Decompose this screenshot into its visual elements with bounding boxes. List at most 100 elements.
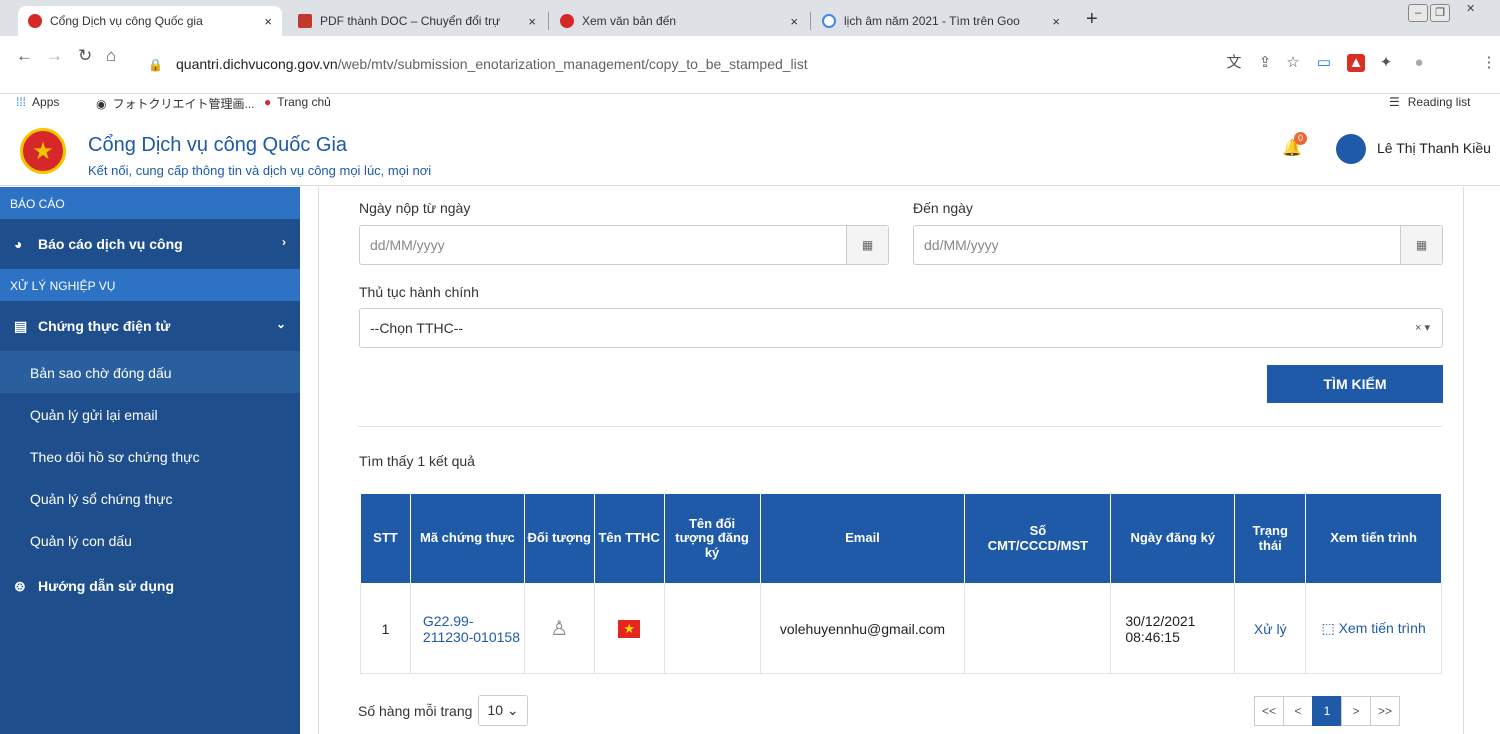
bookmark-label: フォトクリエイト管理画...	[112, 97, 255, 111]
view-progress-label: Xem tiến trình	[1338, 620, 1426, 636]
help-icon: ⊛	[14, 578, 26, 594]
sidebar-item-track-records[interactable]: Theo dõi hồ sơ chứng thực	[0, 435, 300, 477]
profile-icon[interactable]: ●	[1410, 54, 1428, 72]
reload-icon[interactable]: ↻	[78, 46, 92, 66]
user-avatar-icon[interactable]	[1336, 134, 1366, 164]
translate-icon[interactable]: 文	[1225, 54, 1243, 72]
url-field[interactable]: quantri.dichvucong.gov.vn/web/mtv/submis…	[176, 56, 808, 72]
document-icon: ▤	[14, 318, 28, 334]
url-host: quantri.dichvucong.gov.vn	[176, 56, 338, 72]
sidebar-item-e-cert[interactable]: ▤ Chứng thực điện tử ⌄	[0, 301, 300, 351]
calendar-icon[interactable]: ▦	[846, 226, 888, 264]
sidebar-item-pending-stamp[interactable]: Bản sao chờ đóng dấu	[0, 351, 300, 393]
tab-dichvucong[interactable]: Cổng Dịch vụ công Quốc gia ×	[18, 6, 282, 36]
calendar-icon[interactable]: ▦	[1400, 226, 1442, 264]
sidebar-item-label: Chứng thực điện tử	[38, 318, 171, 334]
reading-list-label: Reading list	[1407, 95, 1471, 109]
bookmark-label: Trang chủ	[277, 95, 331, 109]
search-button[interactable]: TÌM KIẾM	[1267, 365, 1443, 403]
prev-page-button[interactable]: <	[1283, 696, 1313, 726]
tab-close-icon[interactable]: ×	[1052, 14, 1060, 29]
reading-list-icon: ☰	[1389, 95, 1400, 109]
col-registrant[interactable]: Tên đối tượng đăng ký	[663, 493, 761, 584]
tab-close-icon[interactable]: ×	[790, 14, 798, 29]
bookmark-apps[interactable]: ⁞⁞⁞ Apps	[16, 95, 59, 109]
bookmark-star-icon[interactable]: ☆	[1284, 54, 1302, 72]
tab-close-icon[interactable]: ×	[264, 14, 272, 29]
col-subject[interactable]: Đối tượng	[523, 493, 595, 584]
next-page-button[interactable]: >	[1341, 696, 1371, 726]
col-procedure[interactable]: Tên TTHC	[593, 493, 665, 584]
tab-close-icon[interactable]: ×	[528, 14, 536, 29]
current-page-button[interactable]: 1	[1312, 696, 1342, 726]
col-status[interactable]: Trạng thái	[1234, 493, 1307, 584]
sidebar-item-report[interactable]: ◕ Báo cáo dịch vụ công ›	[0, 219, 300, 269]
lock-icon: 🔒	[148, 58, 163, 72]
cast-icon[interactable]: ▭	[1315, 54, 1333, 72]
tab-google-search[interactable]: lịch âm năm 2021 - Tìm trên Goo ×	[812, 6, 1070, 36]
to-date-label: Đến ngày	[913, 200, 973, 216]
national-emblem-logo[interactable]	[20, 128, 66, 174]
tab-pdf-to-doc[interactable]: PDF thành DOC – Chuyển đổi trự ×	[288, 6, 546, 36]
col-progress[interactable]: Xem tiến trình	[1305, 493, 1442, 584]
forward-icon[interactable]: →	[46, 46, 63, 66]
site-title[interactable]: Cổng Dịch vụ công Quốc Gia	[88, 134, 347, 157]
vietnam-flag-icon: ★	[618, 619, 641, 638]
tab-xem-van-ban[interactable]: Xem văn bản đến ×	[550, 6, 808, 36]
col-cert-code[interactable]: Mã chứng thực	[409, 493, 525, 584]
results-table: STT Mã chứng thực Đối tượng Tên TTHC Tên…	[360, 493, 1442, 674]
extension-icon[interactable]: ▲	[1347, 54, 1365, 72]
globe-icon: ◉	[96, 96, 107, 111]
procedure-select[interactable]: --Chọn TTHC-- × ▾	[359, 308, 1443, 348]
clear-dropdown-icon[interactable]: × ▾	[1415, 321, 1430, 334]
site-header: Cổng Dịch vụ công Quốc Gia Kết nối, cung…	[0, 120, 1500, 186]
col-reg-date[interactable]: Ngày đăng ký	[1110, 493, 1236, 584]
sidebar-section-operations: XỬ LÝ NGHIỆP VỤ	[0, 269, 300, 301]
table-row: 1 G22.99-211230-010158 ♙ ★ volehuyennhu@…	[360, 583, 1442, 674]
last-page-button[interactable]: >>	[1370, 696, 1400, 726]
minimize-icon[interactable]: –	[1408, 4, 1428, 22]
view-progress-link[interactable]: ⬚ Xem tiến trình	[1305, 583, 1442, 674]
back-icon[interactable]: ←	[16, 46, 33, 66]
from-date-input[interactable]: dd/MM/yyyy ▦	[359, 225, 889, 265]
pdf-favicon-icon	[298, 14, 312, 28]
restore-icon[interactable]: ❐	[1430, 4, 1450, 22]
reading-list[interactable]: ☰ Reading list	[1389, 95, 1470, 109]
sidebar-item-help[interactable]: ⊛ Hướng dẫn sử dụng	[0, 561, 300, 611]
sidebar-item-resend-email[interactable]: Quản lý gửi lại email	[0, 393, 300, 435]
cell-subject: ♙	[523, 583, 595, 674]
cell-procedure: ★	[593, 583, 665, 674]
page-size-value: 10	[487, 702, 503, 718]
col-stt[interactable]: STT	[360, 493, 411, 584]
cell-id-number	[964, 583, 1112, 674]
browser-tab-bar: Cổng Dịch vụ công Quốc gia × PDF thành D…	[0, 0, 1500, 36]
menu-icon[interactable]: ⋮	[1480, 54, 1498, 72]
cell-registrant	[663, 583, 761, 674]
from-date-label: Ngày nộp từ ngày	[359, 200, 471, 216]
share-icon[interactable]: ⇪	[1256, 54, 1274, 72]
divider	[358, 426, 1442, 427]
site-favicon-icon	[560, 14, 574, 28]
page-size-select[interactable]: 10 ⌄	[478, 695, 528, 726]
sidebar-item-cert-books[interactable]: Quản lý sổ chứng thực	[0, 477, 300, 519]
page-size-label: Số hàng mỗi trang	[358, 702, 473, 719]
to-date-input[interactable]: dd/MM/yyyy ▦	[913, 225, 1443, 265]
to-date-placeholder: dd/MM/yyyy	[924, 237, 999, 253]
puzzle-icon[interactable]: ✦	[1377, 54, 1395, 72]
user-name[interactable]: Lê Thị Thanh Kiều	[1377, 140, 1491, 156]
table-header-row: STT Mã chứng thực Đối tượng Tên TTHC Tên…	[360, 493, 1442, 584]
notification-badge: 0	[1294, 132, 1307, 145]
bookmark-photocreate[interactable]: ◉ フォトクリエイト管理画...	[96, 95, 255, 112]
home-icon[interactable]: ⌂	[106, 46, 116, 66]
status-process-link[interactable]: Xử lý	[1234, 583, 1307, 674]
new-tab-button[interactable]: +	[1086, 8, 1098, 31]
col-email[interactable]: Email	[759, 493, 966, 584]
col-id-number[interactable]: Số CMT/CCCD/MST	[964, 493, 1112, 584]
bookmark-trang-chu[interactable]: ● Trang chủ	[264, 95, 331, 109]
close-window-icon[interactable]: ✕	[1466, 2, 1475, 20]
page-size-control: Số hàng mỗi trang 10 ⌄	[358, 695, 528, 726]
sidebar-item-stamps[interactable]: Quản lý con dấu	[0, 519, 300, 561]
first-page-button[interactable]: <<	[1254, 696, 1284, 726]
url-path: /web/mtv/submission_enotarization_manage…	[337, 56, 808, 72]
cert-code-link[interactable]: G22.99-211230-010158	[409, 583, 525, 674]
